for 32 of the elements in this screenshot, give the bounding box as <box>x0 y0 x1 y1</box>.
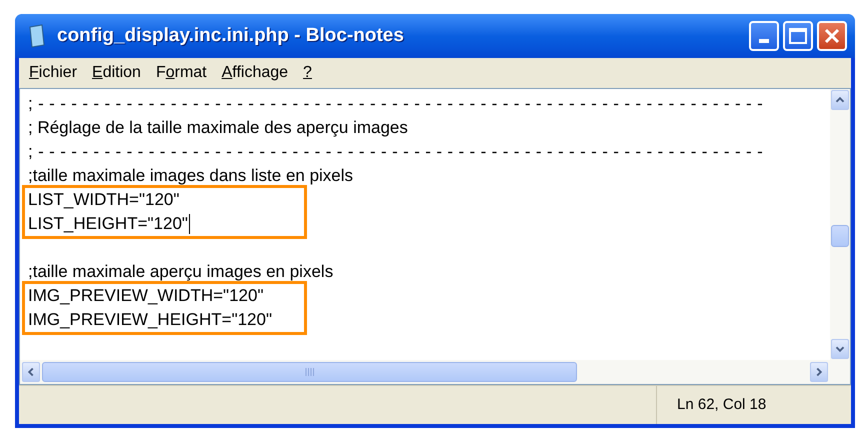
scroll-right-button[interactable] <box>810 362 828 382</box>
menu-item[interactable]: ? <box>303 61 312 85</box>
vertical-scrollbar[interactable] <box>830 89 850 384</box>
horizontal-scrollbar[interactable] <box>20 360 830 384</box>
text-line: IMG_PREVIEW_WIDTH="120" <box>28 285 264 307</box>
close-icon <box>824 28 840 44</box>
grip-icon <box>304 368 314 376</box>
scroll-thumb[interactable] <box>42 362 577 382</box>
notepad-icon <box>27 24 47 48</box>
menu-item[interactable]: Affichage <box>222 61 288 85</box>
maximize-button[interactable] <box>783 21 813 51</box>
text-line: LIST_WIDTH="120" <box>28 189 180 211</box>
menu-item[interactable]: Edition <box>92 61 141 85</box>
scroll-thumb[interactable] <box>831 225 849 247</box>
text-line: ; Réglage de la taille maximale des aperçu images <box>28 117 408 139</box>
text-line: IMG_PREVIEW_HEIGHT="120" <box>28 309 272 331</box>
scroll-up-button[interactable] <box>831 90 849 110</box>
separator-comment: ;------------------------------------------------------------------ <box>28 141 768 163</box>
text-line: LIST_HEIGHT="120" <box>28 213 188 235</box>
scroll-down-button[interactable] <box>831 339 849 359</box>
minimize-icon <box>759 39 769 43</box>
cursor-position: Ln 62, Col 18 <box>677 394 766 415</box>
window-title: config_display.inc.ini.php - Bloc-notes <box>57 24 404 48</box>
menu-item[interactable]: Format <box>156 61 207 85</box>
minimize-button[interactable] <box>749 21 779 51</box>
maximize-icon <box>789 28 807 44</box>
menu-item[interactable]: Fichier <box>29 61 78 85</box>
text-line: ;taille maximale images dans liste en pixels <box>28 165 354 187</box>
close-button[interactable] <box>817 21 847 51</box>
text-line: ;taille maximale aperçu images en pixels <box>28 261 334 283</box>
separator-comment: ;------------------------------------------------------------------ <box>28 93 768 115</box>
scroll-left-button[interactable] <box>22 362 40 382</box>
